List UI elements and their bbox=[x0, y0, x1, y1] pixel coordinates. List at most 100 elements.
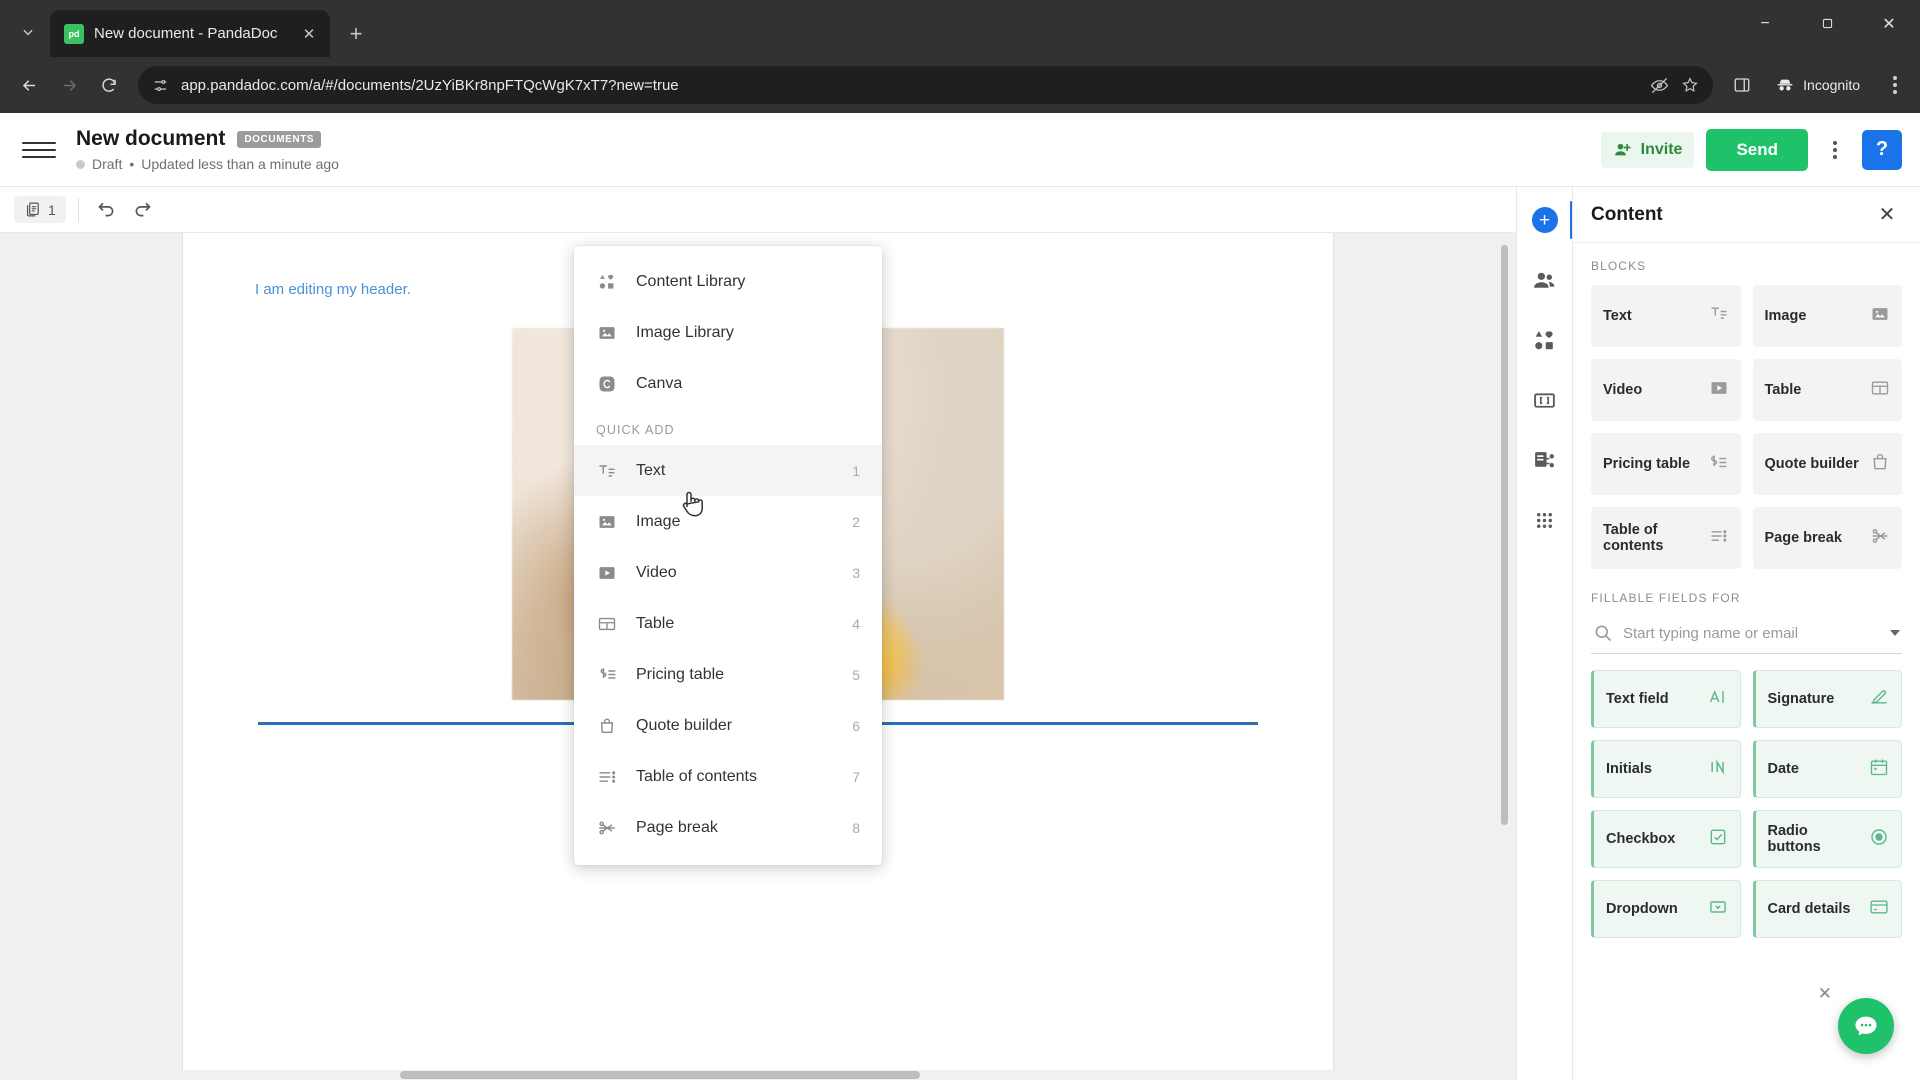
side-panel-icon[interactable] bbox=[1723, 66, 1761, 104]
document-meta: New document DOCUMENTS Draft • Updated l… bbox=[76, 127, 339, 172]
block-page-break[interactable]: Page break bbox=[1752, 507, 1902, 569]
rail-item-content-library[interactable] bbox=[1528, 323, 1562, 357]
field-label: Signature bbox=[1767, 691, 1835, 707]
assignee-input[interactable] bbox=[1623, 624, 1880, 642]
close-panel-icon[interactable]: ✕ bbox=[1872, 200, 1902, 230]
star-icon[interactable] bbox=[1681, 76, 1699, 94]
block-table[interactable]: Table bbox=[1752, 359, 1902, 421]
quick-add-image[interactable]: Image 2 bbox=[574, 496, 882, 547]
shortcut-key: 1 bbox=[852, 462, 860, 479]
quick-add-page-break[interactable]: Page break 8 bbox=[574, 802, 882, 853]
fillable-fields-grid: Text field Signature Initials Date Check… bbox=[1591, 670, 1902, 938]
send-button[interactable]: Send bbox=[1706, 128, 1808, 171]
reload-icon[interactable] bbox=[90, 66, 128, 104]
pages-icon bbox=[26, 202, 39, 217]
page-count-button[interactable]: 1 bbox=[14, 196, 66, 223]
quick-add-quote-builder[interactable]: Quote builder 6 bbox=[574, 700, 882, 751]
menu-item-image-library[interactable]: Image Library bbox=[574, 307, 882, 358]
minimize-button[interactable]: − bbox=[1734, 0, 1796, 47]
block-pricing-table[interactable]: Pricing table bbox=[1591, 433, 1741, 495]
shortcut-key: 3 bbox=[852, 564, 860, 581]
site-settings-icon[interactable] bbox=[152, 77, 169, 94]
block-label: Page break bbox=[1764, 530, 1842, 546]
close-tab-icon[interactable]: ✕ bbox=[298, 23, 320, 45]
menu-hamburger-icon[interactable] bbox=[22, 133, 56, 167]
text-icon bbox=[1709, 304, 1729, 328]
tab-search-icon[interactable] bbox=[6, 12, 50, 52]
calendar-icon bbox=[1869, 757, 1889, 781]
shortcut-key: 5 bbox=[852, 666, 860, 683]
toc-icon bbox=[1709, 526, 1729, 550]
canvas-vertical-scrollbar[interactable] bbox=[1501, 245, 1508, 825]
close-chat-icon[interactable]: ✕ bbox=[1818, 984, 1832, 1004]
field-radio-buttons[interactable]: Radio buttons bbox=[1752, 810, 1902, 868]
sidebar-icon-rail: + bbox=[1516, 187, 1573, 1080]
signature-icon bbox=[1869, 687, 1889, 711]
menu-item-canva[interactable]: Canva bbox=[574, 358, 882, 409]
field-label: Initials bbox=[1606, 761, 1652, 777]
field-dropdown[interactable]: Dropdown bbox=[1591, 880, 1741, 938]
quick-add-video[interactable]: Video 3 bbox=[574, 547, 882, 598]
blocks-grid: Text Image Video Table Pricing table Quo… bbox=[1591, 285, 1902, 569]
menu-item-label: Image Library bbox=[636, 323, 734, 341]
browser-tab[interactable]: pd New document - PandaDoc ✕ bbox=[50, 10, 330, 57]
undo-icon[interactable] bbox=[91, 194, 123, 226]
new-tab-button[interactable]: + bbox=[338, 16, 374, 52]
invite-button[interactable]: Invite bbox=[1600, 131, 1695, 168]
dropdown-icon bbox=[1708, 897, 1728, 921]
field-label: Text field bbox=[1606, 691, 1669, 707]
redo-icon[interactable] bbox=[127, 194, 159, 226]
rail-item-apps[interactable] bbox=[1528, 503, 1562, 537]
block-video[interactable]: Video bbox=[1591, 359, 1741, 421]
app-header: New document DOCUMENTS Draft • Updated l… bbox=[0, 113, 1920, 187]
field-initials[interactable]: Initials bbox=[1591, 740, 1741, 798]
page-title[interactable]: New document bbox=[76, 127, 225, 151]
address-bar[interactable]: app.pandadoc.com/a/#/documents/2UzYiBKr8… bbox=[138, 66, 1714, 104]
back-arrow-icon[interactable] bbox=[10, 66, 48, 104]
url-text: app.pandadoc.com/a/#/documents/2UzYiBKr8… bbox=[181, 76, 679, 94]
quick-add-pricing-table[interactable]: Pricing table 5 bbox=[574, 649, 882, 700]
browser-toolbar: app.pandadoc.com/a/#/documents/2UzYiBKr8… bbox=[0, 57, 1920, 113]
toolbar-divider bbox=[77, 197, 79, 222]
help-button[interactable]: ? bbox=[1862, 129, 1902, 170]
rail-item-workflow[interactable] bbox=[1528, 443, 1562, 477]
quote-builder-icon bbox=[596, 716, 618, 736]
more-options-icon[interactable] bbox=[1820, 133, 1850, 167]
quick-add-table[interactable]: Table 4 bbox=[574, 598, 882, 649]
text-icon bbox=[596, 461, 618, 481]
block-image[interactable]: Image bbox=[1752, 285, 1902, 347]
draft-status-dot bbox=[76, 159, 85, 169]
canvas-horizontal-scrollbar[interactable] bbox=[0, 1070, 1516, 1080]
page-break-icon bbox=[596, 818, 618, 838]
quick-add-section-label: QUICK ADD bbox=[596, 423, 675, 437]
rail-item-recipients[interactable] bbox=[1528, 263, 1562, 297]
block-quote-builder[interactable]: Quote builder bbox=[1752, 433, 1902, 495]
quick-add-text[interactable]: Text 1 bbox=[574, 445, 882, 496]
field-text-field[interactable]: Text field bbox=[1591, 670, 1741, 728]
shapes-icon bbox=[1535, 330, 1553, 349]
browser-menu-icon[interactable] bbox=[1880, 68, 1910, 102]
field-card-details[interactable]: Card details bbox=[1752, 880, 1902, 938]
block-label: Image bbox=[1764, 308, 1807, 324]
rail-item-variables[interactable] bbox=[1528, 383, 1562, 417]
block-label: Quote builder bbox=[1764, 456, 1859, 472]
chat-button[interactable] bbox=[1838, 998, 1894, 1054]
rail-item-add[interactable]: + bbox=[1528, 201, 1573, 239]
assignee-selector[interactable] bbox=[1591, 617, 1902, 654]
chevron-down-icon[interactable] bbox=[1890, 630, 1900, 636]
field-signature[interactable]: Signature bbox=[1752, 670, 1902, 728]
grid-apps-icon bbox=[1537, 512, 1552, 528]
maximize-button[interactable] bbox=[1796, 0, 1858, 47]
quick-add-table-of-contents[interactable]: Table of contents 7 bbox=[574, 751, 882, 802]
menu-item-content-library[interactable]: Content Library bbox=[574, 256, 882, 307]
card-icon bbox=[1869, 897, 1889, 921]
block-table-of-contents[interactable]: Table of contents bbox=[1591, 507, 1741, 569]
initials-icon bbox=[1708, 757, 1728, 781]
block-text[interactable]: Text bbox=[1591, 285, 1741, 347]
field-checkbox[interactable]: Checkbox bbox=[1591, 810, 1741, 868]
block-label: Text bbox=[1603, 308, 1632, 324]
incognito-indicator[interactable]: Incognito bbox=[1765, 68, 1874, 102]
field-date[interactable]: Date bbox=[1752, 740, 1902, 798]
close-window-button[interactable]: ✕ bbox=[1858, 0, 1920, 47]
eye-crossed-icon[interactable] bbox=[1650, 76, 1669, 95]
